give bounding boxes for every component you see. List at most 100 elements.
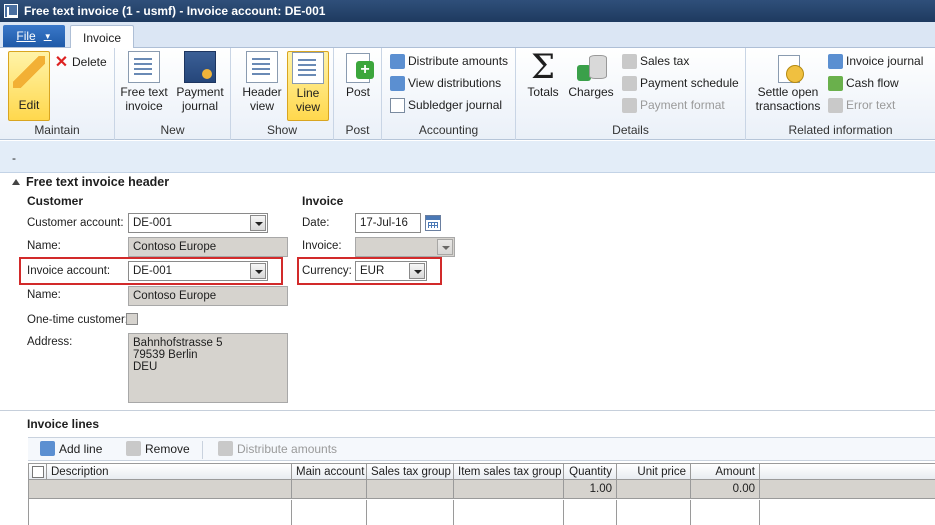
view-distributions-button[interactable]: View distributions bbox=[390, 74, 501, 92]
cell-main-account[interactable] bbox=[292, 480, 367, 498]
dropdown-arrow-icon[interactable] bbox=[409, 263, 425, 279]
invoice-journal-icon bbox=[828, 53, 843, 69]
cell-unit-price[interactable] bbox=[617, 480, 691, 498]
column-header-sales-tax-group[interactable]: Sales tax group bbox=[367, 464, 454, 480]
sales-tax-button[interactable]: Sales tax bbox=[622, 52, 689, 70]
ribbon-tab-row: File ▼ Invoice bbox=[0, 22, 935, 49]
group-accounting: Distribute amounts View distributions Su… bbox=[382, 48, 516, 140]
empty-cell bbox=[617, 500, 691, 525]
select-all-checkbox[interactable] bbox=[32, 466, 44, 478]
sales-tax-icon bbox=[622, 53, 637, 69]
invoice-account-field[interactable]: DE-001 bbox=[128, 261, 268, 281]
column-header-main-account[interactable]: Main account bbox=[292, 464, 367, 480]
currency-field[interactable]: EUR bbox=[355, 261, 427, 281]
invoice-journal-button[interactable]: Invoice journal bbox=[828, 52, 923, 70]
cell-item-sales-tax-group[interactable] bbox=[454, 480, 564, 498]
ribbon: Edit ✕ Delete Maintain Free text invoice… bbox=[0, 48, 935, 140]
table-row[interactable]: 1.00 0.00 bbox=[29, 480, 935, 499]
delete-button[interactable]: ✕ Delete bbox=[54, 53, 107, 71]
calendar-icon[interactable] bbox=[425, 215, 441, 231]
edit-button[interactable]: Edit bbox=[8, 51, 50, 121]
column-header-amount[interactable]: Amount bbox=[691, 464, 760, 480]
remove-button[interactable]: Remove bbox=[126, 441, 190, 456]
post-button[interactable]: Post bbox=[340, 51, 376, 99]
group-label-show: Show bbox=[266, 123, 298, 137]
distribute-icon bbox=[218, 441, 233, 456]
invoice-lines-toolbar: Add line Remove Distribute amounts bbox=[28, 437, 935, 461]
title-bar: Free text invoice (1 - usmf) - Invoice a… bbox=[0, 0, 935, 22]
invoice-name-field: Contoso Europe bbox=[128, 286, 288, 306]
header-view-button[interactable]: Header view bbox=[239, 51, 285, 113]
line-view-icon bbox=[292, 52, 324, 84]
invoice-name-label: Name: bbox=[27, 289, 61, 301]
customer-name-field: Contoso Europe bbox=[128, 237, 288, 257]
address-field: Bahnhofstrasse 5 79539 Berlin DEU bbox=[128, 333, 288, 403]
tab-invoice[interactable]: Invoice bbox=[70, 25, 134, 49]
remove-icon bbox=[126, 441, 141, 456]
line-view-button[interactable]: Line view bbox=[287, 51, 329, 121]
group-post: Post Post bbox=[334, 48, 382, 140]
sigma-icon: Σ bbox=[530, 47, 556, 87]
address-label: Address: bbox=[27, 336, 73, 348]
date-label: Date: bbox=[302, 217, 330, 229]
empty-cell bbox=[367, 500, 454, 525]
column-header-item-sales-tax-group[interactable]: Item sales tax group bbox=[454, 464, 564, 480]
cash-flow-icon bbox=[828, 75, 843, 91]
invoice-lines-grid: Description Main account Sales tax group… bbox=[28, 463, 935, 525]
cell-description[interactable] bbox=[29, 480, 292, 498]
app-icon bbox=[4, 4, 18, 18]
invoice-field bbox=[355, 237, 455, 257]
invoice-account-label: Invoice account: bbox=[27, 265, 111, 277]
totals-button[interactable]: Σ Totals bbox=[522, 47, 564, 99]
file-tab[interactable]: File ▼ bbox=[3, 25, 65, 47]
distribute-icon bbox=[390, 53, 405, 69]
column-header-unit-price[interactable]: Unit price bbox=[617, 464, 691, 480]
select-all-cell[interactable] bbox=[29, 464, 47, 480]
dropdown-arrow-icon bbox=[437, 239, 453, 255]
payment-format-button[interactable]: Payment format bbox=[622, 96, 725, 114]
customer-account-field[interactable]: DE-001 bbox=[128, 213, 268, 233]
distribute-amounts-button[interactable]: Distribute amounts bbox=[390, 52, 508, 70]
payment-schedule-button[interactable]: Payment schedule bbox=[622, 74, 739, 92]
chevron-down-icon: ▼ bbox=[43, 31, 52, 41]
collapse-bar[interactable]: - bbox=[0, 141, 935, 173]
group-related-information: Settle open transactions Invoice journal… bbox=[746, 48, 935, 140]
customer-account-label: Customer account: bbox=[27, 217, 124, 229]
payment-journal-button[interactable]: Payment journal bbox=[173, 51, 227, 113]
group-details: Σ Totals Charges Sales tax Payment sched… bbox=[516, 48, 746, 140]
cell-sales-tax-group[interactable] bbox=[367, 480, 454, 498]
cash-flow-button[interactable]: Cash flow bbox=[828, 74, 899, 92]
empty-cell bbox=[564, 500, 617, 525]
pencil-icon bbox=[13, 56, 45, 88]
view-distributions-icon bbox=[390, 75, 405, 91]
empty-cell bbox=[691, 500, 760, 525]
one-time-customer-checkbox[interactable] bbox=[126, 313, 138, 325]
settle-open-transactions-button[interactable]: Settle open transactions bbox=[752, 51, 824, 113]
cell-quantity[interactable]: 1.00 bbox=[564, 480, 617, 498]
free-text-invoice-button[interactable]: Free text invoice bbox=[119, 51, 169, 113]
group-label-related: Related information bbox=[788, 123, 893, 137]
add-line-button[interactable]: Add line bbox=[40, 441, 102, 456]
grid-header: Description Main account Sales tax group… bbox=[29, 463, 935, 480]
error-text-button[interactable]: Error text bbox=[828, 96, 895, 114]
collapse-toggle[interactable]: - bbox=[12, 151, 16, 165]
subledger-journal-button[interactable]: Subledger journal bbox=[390, 96, 502, 114]
charges-button[interactable]: Charges bbox=[568, 51, 614, 99]
column-header-description[interactable]: Description bbox=[47, 464, 292, 480]
group-new: Free text invoice Payment journal New bbox=[115, 48, 231, 140]
empty-cell bbox=[29, 500, 292, 525]
header-view-icon bbox=[246, 51, 278, 83]
distribute-amounts-line-button[interactable]: Distribute amounts bbox=[218, 441, 337, 456]
grid-empty-area bbox=[29, 500, 935, 525]
column-header-quantity[interactable]: Quantity bbox=[564, 464, 617, 480]
collapse-triangle-icon bbox=[12, 179, 20, 185]
document-icon bbox=[128, 51, 160, 83]
charges-icon bbox=[575, 51, 607, 83]
group-label-accounting: Accounting bbox=[418, 123, 479, 137]
dropdown-arrow-icon[interactable] bbox=[250, 215, 266, 231]
cell-amount[interactable]: 0.00 bbox=[691, 480, 760, 498]
dropdown-arrow-icon[interactable] bbox=[250, 263, 266, 279]
date-field[interactable]: 17-Jul-16 bbox=[355, 213, 421, 233]
header-section-title[interactable]: Free text invoice header bbox=[12, 175, 169, 189]
empty-cell bbox=[454, 500, 564, 525]
